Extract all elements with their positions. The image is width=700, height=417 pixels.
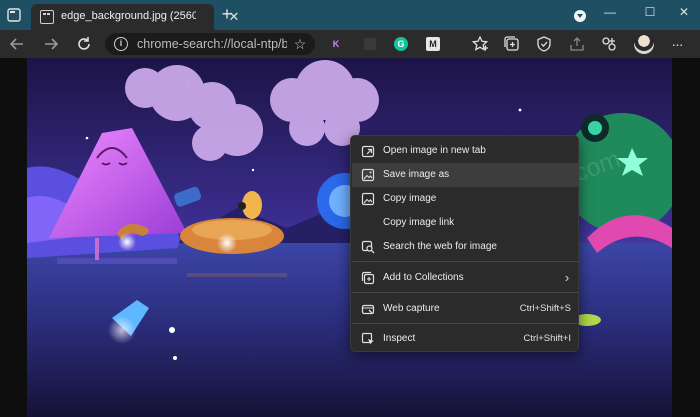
menu-item-label: Copy image <box>383 193 437 204</box>
new-tab-button[interactable]: + <box>218 5 236 23</box>
back-arrow-icon[interactable] <box>8 35 26 53</box>
k-extension-icon[interactable]: K <box>330 38 342 50</box>
menu-item-copy-image[interactable]: Copy image <box>352 187 579 211</box>
menu-item-label: Search the web for image <box>383 241 497 252</box>
close-window-button[interactable]: ✕ <box>674 2 694 22</box>
menu-item-save-image-as[interactable]: Save image as <box>352 163 579 187</box>
extension-icon[interactable] <box>364 38 376 50</box>
grammarly-extension-icon[interactable]: G <box>394 37 408 51</box>
minimize-button[interactable]: — <box>600 2 620 22</box>
save-image-icon <box>361 168 375 182</box>
open-new-tab-icon <box>361 144 375 158</box>
favorites-icon[interactable] <box>471 35 489 53</box>
maximize-button[interactable]: ☐ <box>640 2 660 22</box>
tab-actions-menu-icon[interactable] <box>6 7 22 23</box>
chevron-right-icon: › <box>564 270 570 285</box>
menu-item-search-web-for-image[interactable]: Search the web for image <box>352 235 579 259</box>
menu-item-label: Copy image link <box>383 217 455 228</box>
image-context-menu: Open image in new tab Save image as Copy… <box>350 135 579 352</box>
menu-separator <box>352 261 579 262</box>
menu-item-shortcut: Ctrl+Shift+S <box>519 303 571 314</box>
m-extension-icon[interactable]: M <box>426 37 440 51</box>
address-bar[interactable]: i chrome-search://local-ntp/background.j… <box>105 33 315 55</box>
tab-strip: edge_background.jpg (2560×1440) ✕ + — ☐ … <box>0 0 700 30</box>
search-image-icon <box>361 240 375 254</box>
menu-separator <box>352 292 579 293</box>
tab-search-dropdown-icon[interactable] <box>574 10 586 22</box>
profile-avatar[interactable] <box>634 34 654 54</box>
menu-item-shortcut: Ctrl+Shift+I <box>523 333 571 344</box>
web-capture-icon <box>361 302 375 316</box>
share-icon[interactable] <box>568 35 586 53</box>
refresh-icon[interactable] <box>75 35 93 53</box>
collections-icon[interactable] <box>503 35 521 53</box>
inspect-icon <box>361 332 375 346</box>
menu-separator <box>352 323 579 324</box>
menu-item-label: Add to Collections <box>383 272 464 283</box>
active-tab[interactable]: edge_background.jpg (2560×1440) ✕ <box>31 4 239 30</box>
add-favorite-icon[interactable]: ☆ <box>292 36 308 52</box>
menu-item-label: Open image in new tab <box>383 145 486 156</box>
menu-item-copy-image-link[interactable]: Copy image link <box>352 211 579 235</box>
menu-item-label: Save image as <box>383 169 450 180</box>
copy-image-icon <box>361 192 375 206</box>
menu-item-open-image-new-tab[interactable]: Open image in new tab <box>352 139 579 163</box>
site-info-icon[interactable]: i <box>114 37 128 51</box>
browser-toolbar: i chrome-search://local-ntp/background.j… <box>0 30 700 58</box>
extensions-puzzle-icon[interactable] <box>600 35 618 53</box>
tab-title: edge_background.jpg (2560×1440) <box>61 10 196 22</box>
more-options-icon[interactable]: ··· <box>668 35 686 53</box>
address-text[interactable]: chrome-search://local-ntp/background.jpg <box>137 37 287 51</box>
menu-item-add-to-collections[interactable]: Add to Collections › <box>352 266 579 290</box>
menu-item-inspect[interactable]: Inspect Ctrl+Shift+I <box>352 327 579 351</box>
menu-item-web-capture[interactable]: Web capture Ctrl+Shift+S <box>352 297 579 321</box>
forward-arrow-icon[interactable] <box>42 35 60 53</box>
browser-essentials-icon[interactable] <box>535 35 553 53</box>
tab-favicon-icon <box>40 10 54 24</box>
collections-icon <box>361 271 375 285</box>
